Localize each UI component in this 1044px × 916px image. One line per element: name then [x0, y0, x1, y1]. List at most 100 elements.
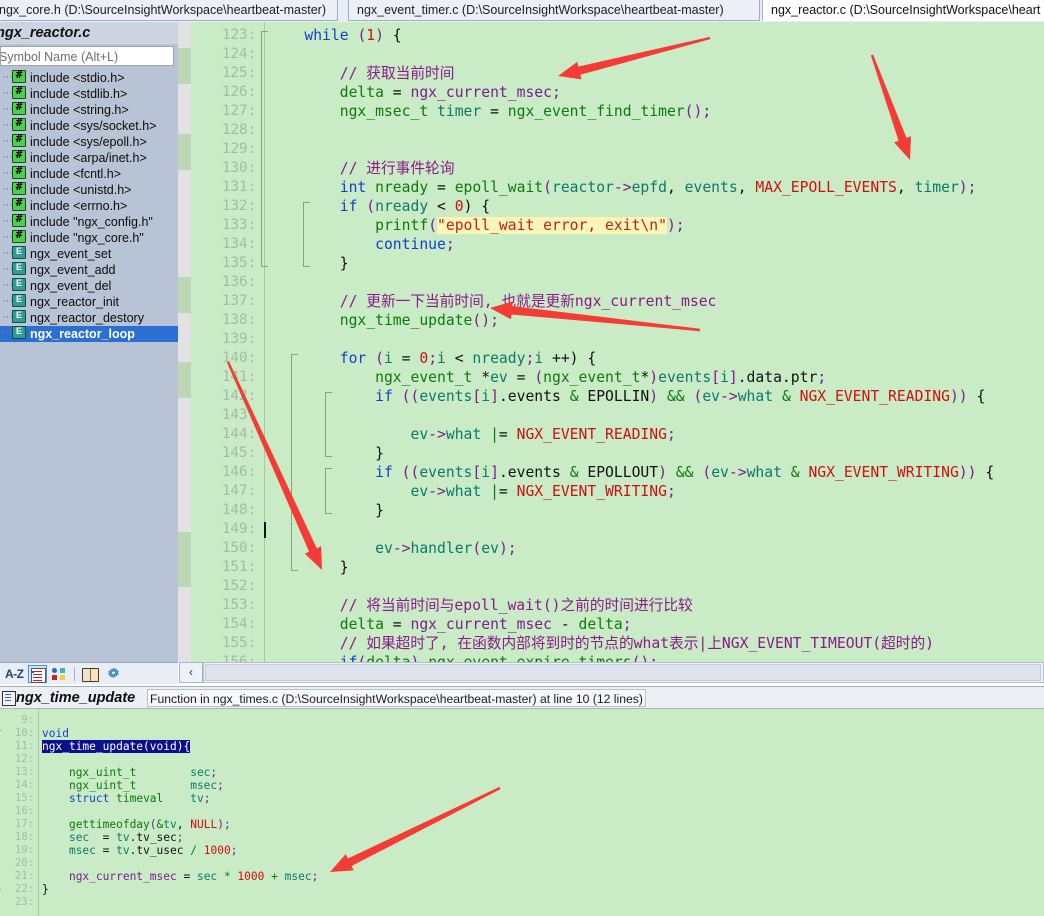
- code-line[interactable]: printf("epoll_wait error, exit\n");: [269, 216, 685, 235]
- code-token: 1000: [203, 844, 231, 857]
- code-line[interactable]: ev->handler(ev);: [269, 539, 517, 558]
- code-token: ) {: [463, 198, 491, 215]
- function-icon: [12, 278, 26, 291]
- code-line[interactable]: while (1) {: [269, 26, 401, 45]
- symbol-list-item[interactable]: ··· ngx_event_set: [0, 246, 178, 262]
- context-code-preview[interactable]: 9: 10: 11: 12: 13: 14: 15: 16: 17: 18: 19: 20: 21: 22…: [0, 709, 1044, 916]
- sort-alphabetical-icon[interactable]: A-Z: [5, 667, 24, 681]
- code-editor-ngx-reactor[interactable]: 123: 124: 125: 126: 127: 128: 129: 130: 131: 132:…: [178, 22, 1044, 662]
- symbol-list-item[interactable]: ··· include "ngx_config.h": [0, 214, 178, 230]
- code-token: (: [472, 540, 482, 557]
- symbol-list-item[interactable]: ··· include <sys/epoll.h>: [0, 134, 178, 150]
- context-code-line[interactable]: msec = tv.tv_usec / 1000;: [42, 844, 237, 857]
- code-token: ngx_current_msec: [410, 84, 552, 101]
- symbol-list-item[interactable]: ··· include <arpa/inet.h>: [0, 150, 178, 166]
- context-code-line[interactable]: ngx_current_msec = sec * 1000 + msec;: [42, 870, 318, 883]
- code-line[interactable]: delta = ngx_current_msec - delta;: [269, 615, 632, 634]
- symbol-list-item[interactable]: ··· ngx_reactor_init: [0, 294, 178, 310]
- symbol-list-item[interactable]: ··· ngx_event_del: [0, 278, 178, 294]
- code-line[interactable]: for (i = 0;i < nready;i ++) {: [269, 349, 596, 368]
- code-line[interactable]: if ((events[i].events & EPOLLOUT) && (ev…: [269, 463, 994, 482]
- symbol-list-item[interactable]: ··· include <fcntl.h>: [0, 166, 178, 182]
- code-token: <: [445, 350, 473, 367]
- line-number: 148:: [221, 502, 256, 518]
- symbol-list-item[interactable]: ··· include <errno.h>: [0, 198, 178, 214]
- code-token: nready: [472, 350, 526, 367]
- tree-connector: ···: [2, 231, 13, 243]
- code-line[interactable]: ngx_msec_t timer = ngx_event_find_timer(…: [269, 102, 711, 121]
- symbol-type-view-icon[interactable]: [50, 665, 69, 683]
- symbol-list-item[interactable]: ··· include <string.h>: [0, 102, 178, 118]
- code-line[interactable]: continue;: [269, 235, 455, 254]
- code-line[interactable]: if ((events[i].events & EPOLLIN) && (ev-…: [269, 387, 985, 406]
- context-code-line[interactable]: gettimeofday(&tv, NULL);: [42, 818, 231, 831]
- editor-tab[interactable]: ngx_reactor.c (D:\SourceInsightWorkspace…: [762, 0, 1044, 21]
- symbol-list-item[interactable]: ··· include <stdio.h>: [0, 70, 178, 86]
- symbol-list-item[interactable]: ··· ngx_event_add: [0, 262, 178, 278]
- code-line[interactable]: // 如果超时了, 在函数内部将到时的节点的what表示|上NGX_EVENT_…: [269, 634, 934, 653]
- symbol-list[interactable]: ··· include <stdio.h> ··· include <stdlib.h…: [0, 70, 178, 640]
- code-line[interactable]: ngx_event_t *ev = (ngx_event_t*)events[i…: [269, 368, 826, 387]
- symbol-list-item-selected[interactable]: ··· ngx_reactor_loop: [0, 326, 178, 342]
- context-code-line[interactable]: void: [42, 727, 69, 740]
- code-line[interactable]: // 获取当前时间: [269, 64, 455, 83]
- code-token: (: [357, 27, 367, 44]
- code-token: ;: [525, 350, 535, 367]
- editor-horizontal-scrollbar[interactable]: [203, 662, 1044, 683]
- code-token: &&: [675, 464, 694, 481]
- code-line[interactable]: // 进行事件轮询: [269, 159, 455, 178]
- code-line[interactable]: ngx_time_update();: [269, 311, 499, 330]
- code-token: ngx_current_msec: [410, 616, 552, 633]
- code-token: ): [375, 27, 384, 44]
- symbol-name-input[interactable]: [1, 47, 175, 67]
- code-line[interactable]: // 更新一下当前时间, 也就是更新ngx_current_msec: [269, 292, 717, 311]
- symbol-list-item[interactable]: ··· include <sys/socket.h>: [0, 118, 178, 134]
- editor-tab[interactable]: ngx_core.h (D:\SourceInsightWorkspace\he…: [0, 0, 338, 21]
- symbol-list-item-label: ngx_event_add: [30, 263, 116, 277]
- tree-connector: ···: [2, 199, 13, 211]
- symbol-name-search[interactable]: [0, 46, 175, 67]
- context-code-line[interactable]: ngx_uint_t sec;: [42, 766, 217, 779]
- include-icon: [12, 230, 26, 243]
- code-token: ,: [896, 179, 915, 196]
- reference-book-icon[interactable]: [80, 665, 99, 683]
- code-token: ngx_time_update(void){: [42, 740, 191, 753]
- code-line[interactable]: if(delta) ngx_event_expire_timers();: [269, 653, 658, 662]
- settings-gear-icon[interactable]: [104, 665, 123, 683]
- code-token: 1000: [237, 870, 265, 883]
- context-code-line[interactable]: sec = tv.tv_sec;: [42, 831, 184, 844]
- context-code-line[interactable]: ngx_uint_t msec;: [42, 779, 224, 792]
- symbol-list-item[interactable]: ··· ngx_reactor_destory: [0, 310, 178, 326]
- scrollbar-thumb[interactable]: [205, 664, 1041, 681]
- code-token: ((: [401, 464, 420, 481]
- code-line[interactable]: delta = ngx_current_msec;: [269, 83, 561, 102]
- code-line[interactable]: int nready = epoll_wait(reactor->epfd, e…: [269, 178, 977, 197]
- code-line[interactable]: // 将当前时间与epoll_wait()之前的时间进行比较: [269, 596, 693, 615]
- code-token: delta: [578, 616, 623, 633]
- editor-body[interactable]: 123: 124: 125: 126: 127: 128: 129: 130: 131: 132:…: [191, 22, 1044, 662]
- code-token: ngx_uint_t: [68, 779, 137, 792]
- symbol-list-item[interactable]: ··· include <unistd.h>: [0, 182, 178, 198]
- context-code-line[interactable]: }: [42, 883, 49, 896]
- line-number: 130:: [221, 160, 256, 176]
- code-line[interactable]: }: [269, 558, 349, 577]
- symbol-list-item[interactable]: ··· include <stdlib.h>: [0, 86, 178, 102]
- code-token: ngx_time_update: [339, 312, 473, 329]
- symbol-list-item[interactable]: ··· include "ngx_core.h": [0, 230, 178, 246]
- code-token: reactor: [552, 179, 614, 196]
- editor-tab[interactable]: ngx_event_timer.c (D:\SourceInsightWorks…: [348, 0, 760, 21]
- panel-collapse-button[interactable]: ‹: [179, 662, 203, 683]
- code-token: ev: [711, 464, 729, 481]
- context-code-line-selected[interactable]: ngx_time_update(void){: [42, 740, 191, 753]
- context-code-line[interactable]: struct timeval tv;: [42, 792, 211, 805]
- symbol-list-view-icon[interactable]: [28, 665, 47, 683]
- code-token: =: [481, 103, 508, 120]
